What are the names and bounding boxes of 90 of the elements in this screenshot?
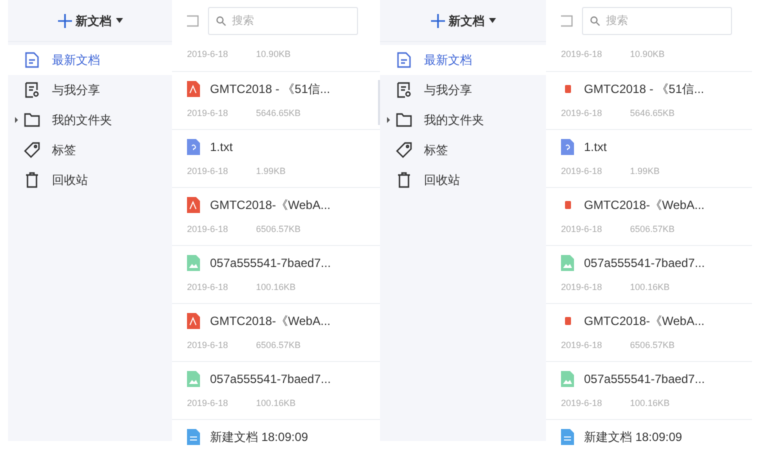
file-date: 2019-6-18 (187, 397, 228, 410)
file-date: 2019-6-18 (561, 339, 602, 352)
caret-icon (488, 18, 496, 23)
file-icon (564, 317, 570, 325)
file-size: 1.99KB (256, 165, 286, 178)
document-icon (397, 52, 411, 68)
file-name[interactable]: 新建文档 18:09:09 (210, 428, 308, 446)
tag-icon (396, 142, 412, 158)
file-size: 6506.57KB (256, 223, 301, 236)
pdf-file-icon (187, 197, 200, 213)
file-size: 10.90KB (630, 48, 665, 61)
file-date: 2019-6-18 (187, 339, 228, 352)
file-date: 2019-6-18 (187, 107, 228, 120)
sidebar-item[interactable]: 我的文件夹 (380, 105, 546, 135)
sidebar-item[interactable]: 标签 (8, 135, 172, 165)
pdf-file-icon (187, 81, 200, 97)
file-size: 100.16KB (256, 281, 296, 294)
document-icon (25, 52, 39, 68)
file-icon (564, 201, 570, 209)
file-name[interactable]: GMTC2018-《WebA... (210, 312, 330, 330)
file-name[interactable]: GMTC2018 - 《51信... (210, 80, 330, 98)
file-date: 2019-6-18 (187, 165, 228, 178)
sidebar-item[interactable]: 与我分享 (380, 75, 546, 105)
file-size: 10.90KB (256, 48, 291, 61)
file-name[interactable]: GMTC2018-《WebA... (584, 196, 704, 214)
file-size: 6506.57KB (630, 339, 675, 352)
file-size: 6506.57KB (256, 339, 301, 352)
file-name[interactable]: GMTC2018 - 《51信... (584, 80, 704, 98)
file-name[interactable]: 1.txt (584, 138, 607, 156)
file-size: 100.16KB (256, 397, 296, 410)
trash-icon (397, 172, 411, 188)
file-date: 2019-6-18 (561, 397, 602, 410)
image-file-icon (561, 255, 574, 271)
file-name[interactable]: 057a555541-7baed7... (584, 254, 705, 272)
file-name[interactable]: GMTC2018-《WebA... (210, 196, 330, 214)
plus-icon (58, 14, 72, 28)
text-file-icon (561, 139, 574, 155)
search-icon (590, 16, 600, 26)
back-icon[interactable] (186, 15, 199, 27)
sidebar-item[interactable]: 与我分享 (8, 75, 172, 105)
new-document-button[interactable]: 新文档 (58, 12, 122, 30)
file-size: 1.99KB (630, 165, 660, 178)
expand-caret-icon[interactable] (15, 117, 18, 123)
text-file-icon (187, 139, 200, 155)
document-file-icon (187, 429, 200, 445)
file-date: 2019-6-18 (187, 48, 228, 61)
folder-icon (24, 113, 40, 127)
document-file-icon (561, 429, 574, 445)
tag-icon (24, 142, 40, 158)
list-document-icon (397, 82, 411, 98)
file-name[interactable]: 1.txt (210, 138, 233, 156)
file-size: 100.16KB (630, 397, 670, 410)
file-name[interactable]: 057a555541-7baed7... (210, 370, 331, 388)
file-icon (564, 85, 570, 93)
file-date: 2019-6-18 (561, 223, 602, 236)
file-size: 5646.65KB (630, 107, 675, 120)
file-name[interactable]: 新建文档 18:09:09 (584, 428, 682, 446)
file-name[interactable]: 057a555541-7baed7... (584, 370, 705, 388)
pdf-file-icon (187, 313, 200, 329)
caret-icon (116, 18, 122, 23)
image-file-icon (561, 371, 574, 387)
file-date: 2019-6-18 (561, 281, 602, 294)
list-document-icon (25, 82, 39, 98)
sidebar-item[interactable]: 最新文档 (8, 45, 172, 75)
expand-caret-icon[interactable] (387, 117, 390, 123)
trash-icon (25, 172, 39, 188)
file-size: 6506.57KB (630, 223, 675, 236)
sidebar-item[interactable]: 标签 (380, 135, 546, 165)
sidebar-item[interactable]: 我的文件夹 (8, 105, 172, 135)
file-date: 2019-6-18 (187, 223, 228, 236)
sidebar-item[interactable]: 最新文档 (380, 45, 546, 75)
search-icon (216, 16, 226, 26)
file-date: 2019-6-18 (561, 107, 602, 120)
sidebar-item[interactable]: 回收站 (8, 165, 172, 195)
file-size: 100.16KB (630, 281, 670, 294)
file-date: 2019-6-18 (561, 48, 602, 61)
back-icon[interactable] (560, 15, 573, 27)
file-name[interactable]: GMTC2018-《WebA... (584, 312, 704, 330)
file-date: 2019-6-18 (561, 165, 602, 178)
folder-icon (396, 113, 412, 127)
image-file-icon (187, 255, 200, 271)
image-file-icon (187, 371, 200, 387)
file-name[interactable]: 057a555541-7baed7... (210, 254, 331, 272)
file-date: 2019-6-18 (187, 281, 228, 294)
file-size: 5646.65KB (256, 107, 301, 120)
search-field[interactable]: 搜索 (208, 7, 358, 35)
sidebar-item[interactable]: 回收站 (380, 165, 546, 195)
search-field[interactable]: 搜索 (582, 7, 732, 35)
plus-icon (430, 14, 444, 28)
new-document-button[interactable]: 新文档 (430, 12, 496, 30)
